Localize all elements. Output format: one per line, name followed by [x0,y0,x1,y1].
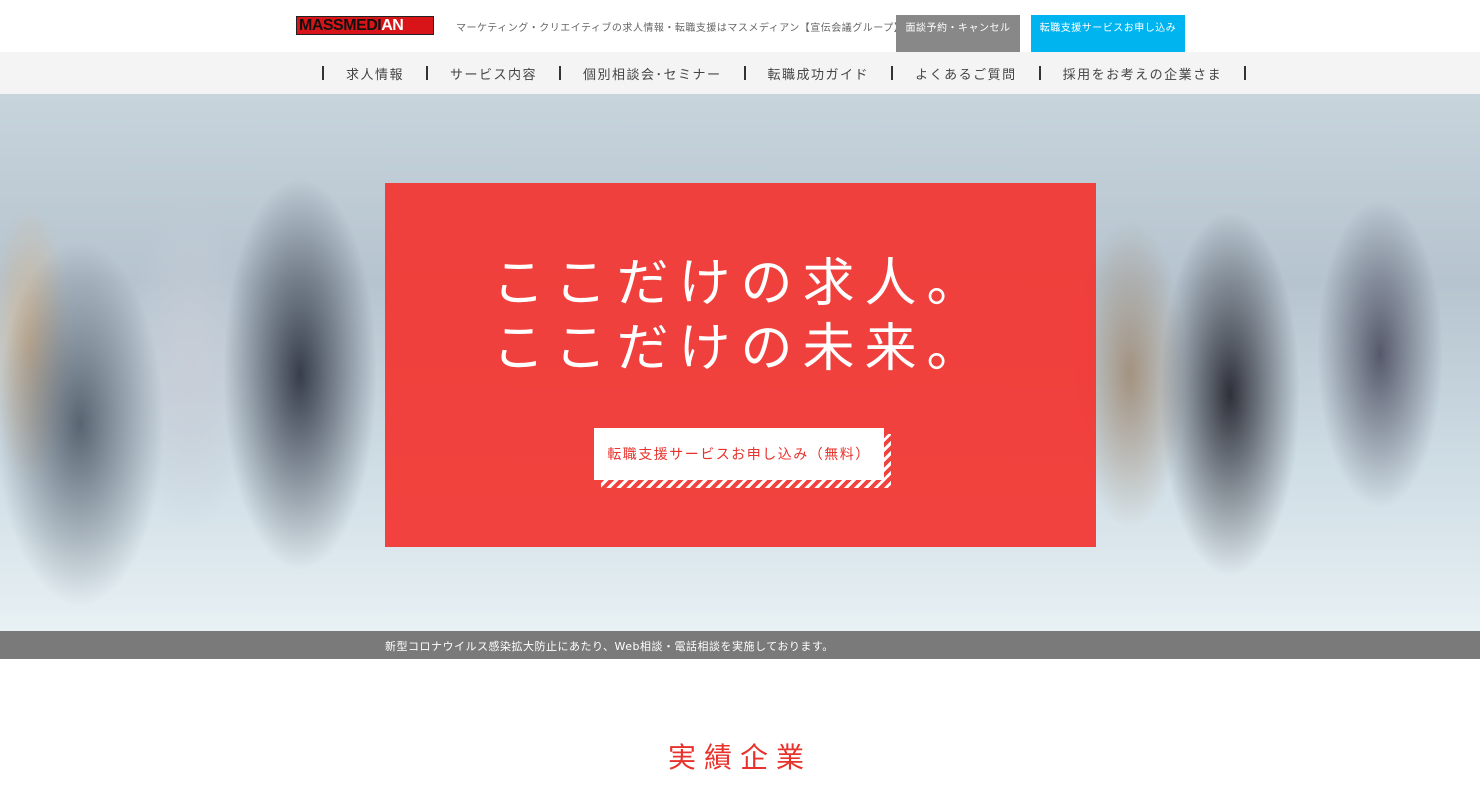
hero-headline-line1: ここだけの求人。 [492,254,989,314]
site-header: MASSMEDIAN マーケティング・クリエイティブの求人情報・転職支援はマスメ… [0,0,1480,52]
apply-service-button[interactable]: 転職支援サービスお申し込み [1031,15,1185,52]
nav-item-employers[interactable]: 採用をお考えの企業さま [1041,52,1245,94]
hero-red-panel: ここだけの求人。 ここだけの未来。 転職支援サービスお申し込み（無料） [385,183,1096,547]
logo-text-main: MASSMEDI [299,17,382,34]
covid-notice-text[interactable]: 新型コロナウイルス感染拡大防止にあたり、Web相談・電話相談を実施しております。 [385,638,834,654]
reserve-cancel-button[interactable]: 面談予約・キャンセル [896,15,1020,52]
nav-item-guide[interactable]: 転職成功ガイド [746,52,892,94]
nav-item-jobs[interactable]: 求人情報 [324,52,426,94]
hero-headline-line2: ここだけの未来。 [492,319,989,379]
nav-item-faq[interactable]: よくあるご質問 [893,52,1039,94]
hero-crowd-image: ここだけの求人。 ここだけの未来。 転職支援サービスお申し込み（無料） [0,94,1480,631]
hero-apply-free-button[interactable]: 転職支援サービスお申し込み（無料） [594,428,884,480]
nav-item-seminars[interactable]: 個別相談会･セミナー [561,52,744,94]
massmedian-logo[interactable]: MASSMEDIAN [296,16,434,35]
hero-cta-wrap: 転職支援サービスお申し込み（無料） [594,428,891,488]
nav-divider [1244,66,1247,80]
logo-text-accent: AN [381,17,404,34]
global-nav: 求人情報 サービス内容 個別相談会･セミナー 転職成功ガイド よくあるご質問 採… [0,52,1480,94]
nav-list: 求人情報 サービス内容 個別相談会･セミナー 転職成功ガイド よくあるご質問 採… [322,52,1247,94]
section-title-clients: 実績企業 [667,741,812,774]
nav-item-services[interactable]: サービス内容 [428,52,559,94]
notice-bar: 新型コロナウイルス感染拡大防止にあたり、Web相談・電話相談を実施しております。 [0,631,1480,659]
site-tagline: マーケティング・クリエイティブの求人情報・転職支援はマスメディアン【宣伝会議グル… [456,23,905,34]
